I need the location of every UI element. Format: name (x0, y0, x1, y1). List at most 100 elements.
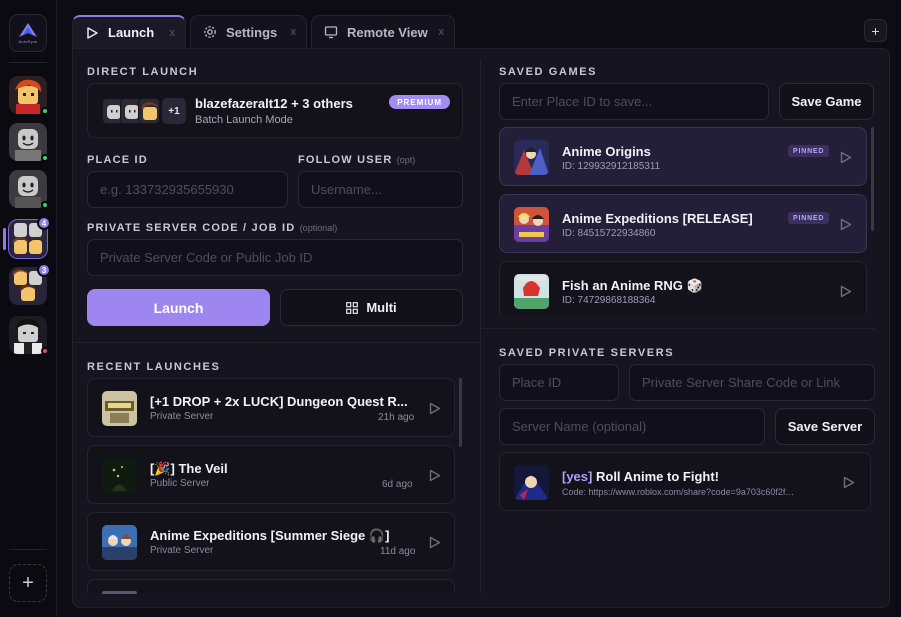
save-place-id-input[interactable] (499, 83, 769, 120)
recent-launch-title: Anime Expeditions [Summer Siege 🎧] (150, 528, 390, 543)
place-id-label: PLACE ID (87, 154, 148, 166)
new-tab-button[interactable]: + (864, 19, 887, 42)
saved-server-item[interactable]: [yes] Roll Anime to Fight! Code: https:/… (499, 452, 871, 511)
tab-close-button[interactable]: x (170, 27, 176, 39)
pinned-badge: PINNED (788, 212, 830, 224)
recent-launch-item[interactable]: [🎉] The Veil Public Server 6d ago (87, 445, 455, 504)
section-divider (73, 342, 480, 343)
grid-icon (346, 301, 359, 314)
multi-label: Multi (366, 300, 397, 315)
premium-badge: PREMIUM (389, 95, 450, 109)
account-avatar-2[interactable] (9, 123, 49, 162)
save-game-button[interactable]: Save Game (779, 83, 874, 120)
tab-close-button[interactable]: x (291, 26, 297, 38)
recent-launch-title: [🎉] The Veil (150, 461, 228, 476)
saved-game-title: Anime Expeditions [RELEASE] (562, 211, 753, 226)
selected-accounts-title: blazefazeralt12 + 3 others (195, 96, 353, 111)
recent-launch-title: [+1 DROP + 2x LUCK] Dungeon Quest R... (150, 394, 408, 409)
recent-launch-type: Private Server (150, 411, 214, 422)
server-code-input[interactable] (629, 364, 875, 401)
launch-mode: Batch Launch Mode (195, 114, 293, 126)
recent-launch-item[interactable]: Anime Expeditions [Summer Siege 🎧] Priva… (87, 512, 455, 571)
optional-hint: (optional) (299, 223, 338, 233)
saved-game-item[interactable]: Anime Origins ID: 129932912185311 PINNED (499, 127, 867, 186)
play-icon[interactable] (843, 476, 855, 489)
selected-indicator (3, 228, 6, 250)
gear-icon (203, 25, 217, 39)
follow-user-label-text: FOLLOW USER (298, 154, 393, 166)
play-icon[interactable] (429, 402, 441, 415)
play-icon[interactable] (840, 285, 852, 298)
follow-user-label: FOLLOW USER (opt) (298, 154, 415, 166)
app-logo[interactable]: AutoRyze (9, 14, 47, 52)
monitor-icon (324, 25, 338, 39)
account-avatar-3[interactable] (9, 170, 49, 209)
saved-game-id: ID: 129932912185311 (562, 161, 661, 172)
saved-game-item[interactable]: Anime Expeditions [RELEASE] ID: 84515722… (499, 194, 867, 253)
saved-server-code: Code: https://www.roblox.com/share?code=… (562, 487, 796, 497)
play-icon[interactable] (840, 218, 852, 231)
recent-launch-type: Private Server (150, 545, 214, 556)
game-thumbnail (102, 591, 137, 594)
extra-accounts-count: +1 (162, 98, 186, 124)
launch-button[interactable]: Launch (87, 289, 270, 326)
status-online-dot (41, 201, 49, 209)
follow-user-input[interactable] (298, 171, 463, 208)
avatar (138, 98, 160, 124)
account-avatar-1[interactable] (9, 76, 49, 115)
saved-games-title: SAVED GAMES (499, 66, 598, 78)
server-name-input[interactable] (499, 408, 765, 445)
server-tag: [yes] (562, 469, 593, 484)
tab-remote-view[interactable]: Remote View x (311, 15, 455, 48)
account-avatar-6[interactable] (9, 316, 49, 355)
tab-settings[interactable]: Settings x (190, 15, 307, 48)
saved-game-id: ID: 74729868188364 (562, 295, 656, 306)
tab-label: Settings (226, 24, 278, 40)
account-rail: AutoRyze 4 3 + (0, 0, 57, 617)
account-count-badge: 4 (37, 216, 51, 230)
saved-server-title: [yes] Roll Anime to Fight! (562, 469, 719, 484)
play-icon[interactable] (840, 151, 852, 164)
private-server-input[interactable] (87, 239, 463, 276)
recent-launch-item[interactable]: [+1 DROP + 2x LUCK] Dungeon Quest R... P… (87, 378, 455, 437)
account-group-2[interactable]: 3 (9, 263, 51, 305)
private-server-label-text: PRIVATE SERVER CODE / JOB ID (87, 222, 296, 234)
logo-text: AutoRyze (18, 39, 38, 44)
direct-launch-title: DIRECT LAUNCH (87, 66, 199, 78)
rail-divider (9, 62, 47, 63)
optional-hint: (opt) (396, 155, 416, 165)
game-thumbnail (514, 274, 549, 309)
account-group-1[interactable]: 4 (8, 216, 51, 259)
add-account-button[interactable]: + (9, 564, 47, 602)
status-offline-dot (41, 347, 49, 355)
saved-servers-title: SAVED PRIVATE SERVERS (499, 347, 675, 359)
rail-divider (9, 549, 47, 550)
recent-launch-item[interactable] (87, 579, 455, 594)
saved-game-item[interactable]: Fish an Anime RNG 🎲 ID: 74729868188364 (499, 261, 867, 314)
pinned-badge: PINNED (788, 145, 830, 157)
recent-launch-type: Public Server (150, 478, 210, 489)
place-id-input[interactable] (87, 171, 288, 208)
saved-game-id: ID: 84515722934860 (562, 228, 656, 239)
column-divider (480, 59, 481, 594)
status-online-dot (41, 107, 49, 115)
play-icon[interactable] (429, 469, 441, 482)
tab-label: Launch (108, 25, 155, 40)
server-place-id-input[interactable] (499, 364, 619, 401)
play-icon[interactable] (429, 536, 441, 549)
play-icon (85, 26, 99, 40)
saved-games-scrollbar[interactable] (871, 127, 874, 231)
launch-panel: DIRECT LAUNCH +1 blazefazeralt12 + 3 oth… (72, 48, 890, 608)
status-online-dot (41, 154, 49, 162)
section-divider (481, 328, 875, 329)
tab-close-button[interactable]: x (439, 26, 445, 38)
private-server-label: PRIVATE SERVER CODE / JOB ID (optional) (87, 222, 337, 234)
save-server-button[interactable]: Save Server (775, 408, 875, 445)
tab-launch[interactable]: Launch x (72, 15, 186, 48)
game-thumbnail (514, 207, 549, 242)
tab-label: Remote View (347, 24, 428, 40)
multi-launch-button[interactable]: Multi (280, 289, 463, 326)
server-game-name: Roll Anime to Fight! (595, 469, 719, 484)
selected-accounts-card[interactable]: +1 blazefazeralt12 + 3 others Batch Laun… (87, 83, 463, 138)
recent-scrollbar[interactable] (459, 378, 462, 447)
